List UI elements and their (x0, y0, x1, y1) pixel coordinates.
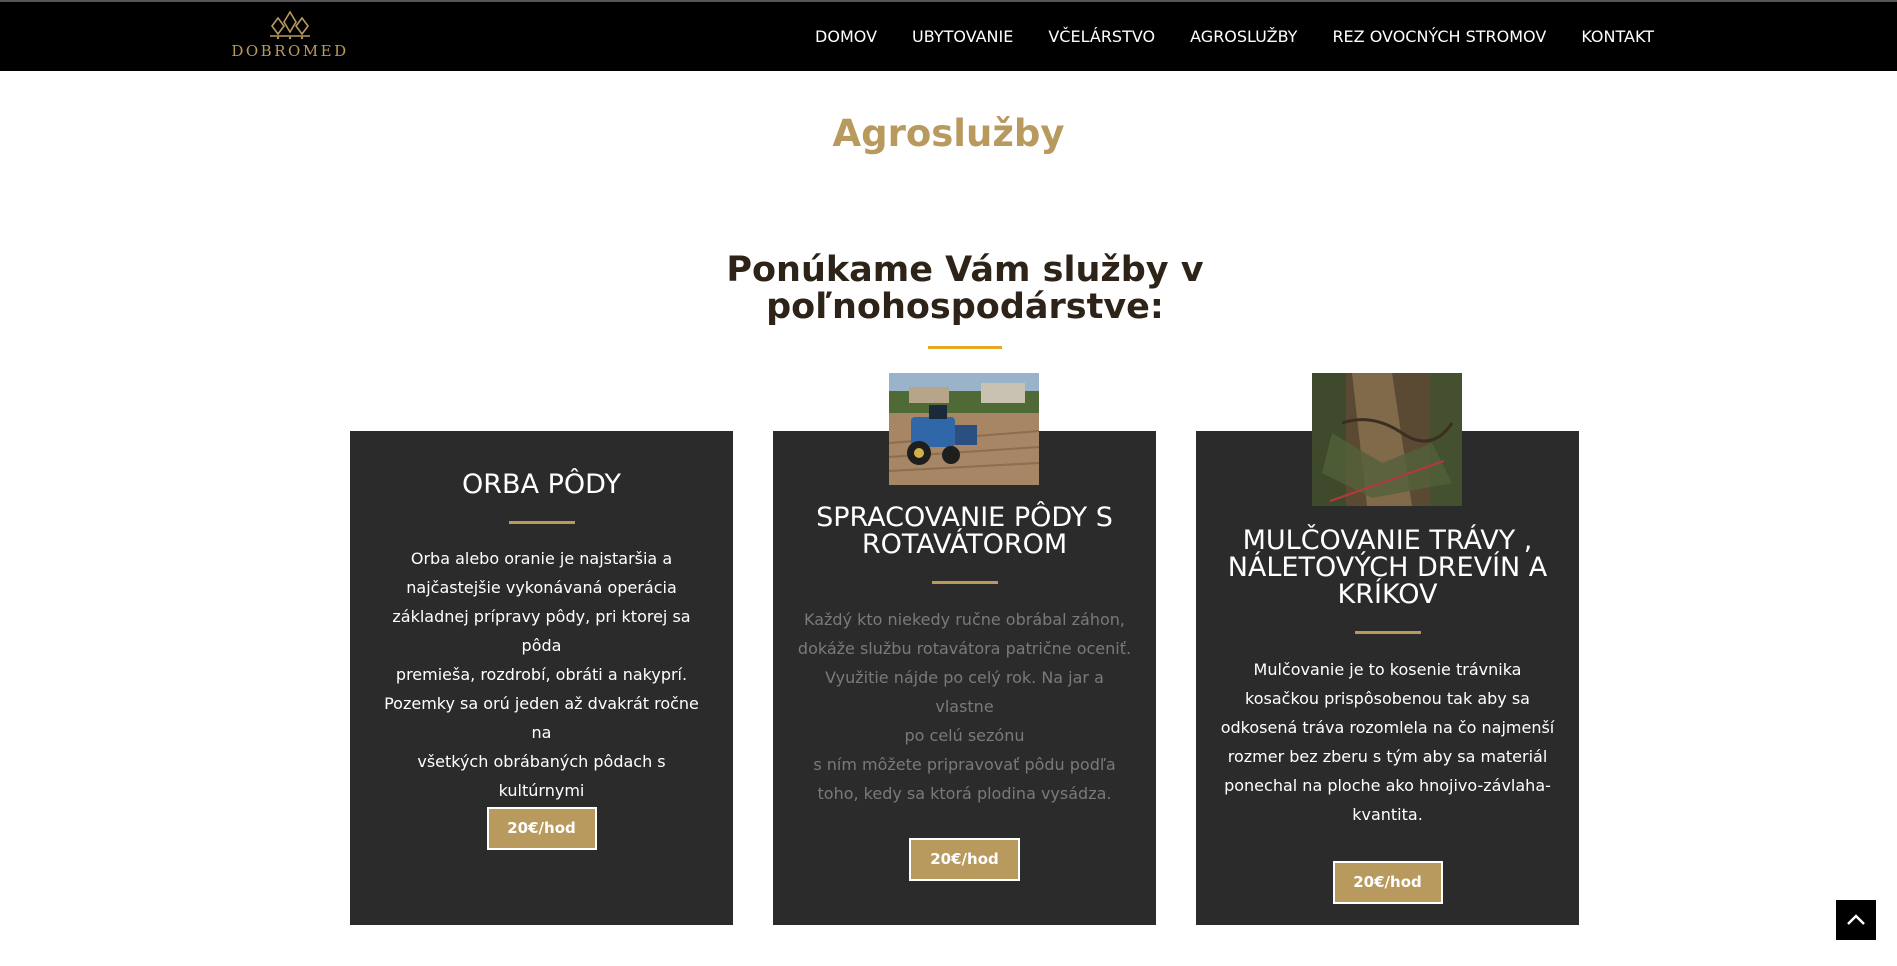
section-heading-line-2: poľnohospodárstve: (766, 287, 1164, 327)
nav-vcelarstvo[interactable]: VČELÁRSTVO (1048, 27, 1155, 46)
card-text-line: s ním môžete pripravovať pôdu podľa (813, 755, 1116, 774)
card-title-line: ORBA PÔDY (462, 469, 621, 500)
card-text-line: najčastejšie vykonávaná operácia (406, 578, 677, 597)
card-text-line: po celú sezónu (904, 726, 1025, 745)
heading-divider (928, 346, 1002, 349)
nav-agrosluzby[interactable]: AGROSLUŽBY (1190, 27, 1297, 46)
card-text-line: ponechal na ploche ako hnojivo-závlaha- (1224, 776, 1551, 795)
rotavator-tractor-image (889, 373, 1039, 485)
card-title-line: SPRACOVANIE PÔDY S (816, 502, 1113, 533)
card-text-line: Využitie nájde po celý rok. Na jar a vla… (825, 668, 1104, 716)
nav-rez-ovocnych-stromov[interactable]: REZ OVOCNÝCH STROMOV (1332, 27, 1546, 46)
nav-domov[interactable]: DOMOV (815, 27, 877, 46)
card-description: Každý kto niekedy ručne obrábal záhon, d… (773, 605, 1156, 808)
price-button[interactable]: 20€/hod (909, 838, 1020, 881)
card-text-line: odkosená tráva rozomlela na čo najmenší (1220, 718, 1555, 737)
card-text-line: kosačkou prispôsobenou tak aby sa (1245, 689, 1530, 708)
card-title-line: KRÍKOV (1337, 579, 1438, 610)
card-title: SPRACOVANIE PÔDY S ROTAVÁTOROM (773, 504, 1156, 558)
card-title: MULČOVANIE TRÁVY , NÁLETOVÝCH DREVÍN A K… (1196, 527, 1579, 608)
site-logo[interactable]: DOBROMED (228, 10, 352, 66)
card-text-line: Orba alebo oranie je najstaršia a (410, 549, 673, 568)
card-text-line: všetkých obrábaných pôdach s kultúrnymi (417, 752, 666, 800)
mulching-field-image (1312, 373, 1462, 506)
section-heading: Ponúkame Vám služby v poľnohospodárstve: (0, 252, 1897, 326)
card-text-line: premieša, rozdrobí, obráti a nakyprí. (395, 665, 688, 684)
card-text-line: kvantita. (1352, 805, 1423, 824)
card-text-line: toho, kedy sa ktorá plodina vysádza. (817, 784, 1112, 803)
card-title-line: ROTAVÁTOROM (861, 529, 1068, 560)
price-button[interactable]: 20€/hod (486, 807, 597, 850)
back-to-top-button[interactable] (1836, 900, 1876, 940)
page-title: Agroslužby (832, 112, 1065, 155)
card-text-line: základnej prípravy pôdy, pri ktorej sa p… (392, 607, 691, 655)
card-text-line: Každý kto niekedy ručne obrábal záhon, (804, 610, 1125, 629)
section-heading-line-1: Ponúkame Vám služby v (726, 250, 1204, 290)
main-nav: DOMOV UBYTOVANIE VČELÁRSTVO AGROSLUŽBY R… (780, 2, 1654, 71)
card-text-line: dokáže službu rotavátora patrične oceniť… (797, 639, 1132, 658)
card-description: Mulčovanie je to kosenie trávnika kosačk… (1196, 655, 1579, 829)
chevron-up-icon (1847, 914, 1865, 925)
nav-kontakt[interactable]: KONTAKT (1581, 27, 1654, 46)
nav-ubytovanie[interactable]: UBYTOVANIE (912, 27, 1013, 46)
price-button[interactable]: 20€/hod (1332, 861, 1443, 904)
card-text-line: Mulčovanie je to kosenie trávnika (1253, 660, 1522, 679)
top-navigation-bar: DOBROMED DOMOV UBYTOVANIE VČELÁRSTVO AGR… (0, 0, 1897, 71)
card-title-line: MULČOVANIE TRÁVY , (1242, 525, 1533, 556)
card-title-line: NÁLETOVÝCH DREVÍN A (1227, 552, 1548, 583)
card-text-line: Pozemky sa orú jeden až dvakrát ročne na (384, 694, 699, 742)
card-description: Orba alebo oranie je najstaršia a najčas… (350, 544, 733, 834)
service-card-rotavator: SPRACOVANIE PÔDY S ROTAVÁTOROM Každý kto… (773, 431, 1156, 925)
logo-text: DOBROMED (231, 42, 349, 60)
logo-icon (270, 10, 310, 40)
card-text-line: rozmer bez zberu s tým aby sa materiál (1227, 747, 1548, 766)
service-card-orba: ORBA PÔDY Orba alebo oranie je najstarši… (350, 431, 733, 925)
card-title: ORBA PÔDY (350, 471, 733, 498)
